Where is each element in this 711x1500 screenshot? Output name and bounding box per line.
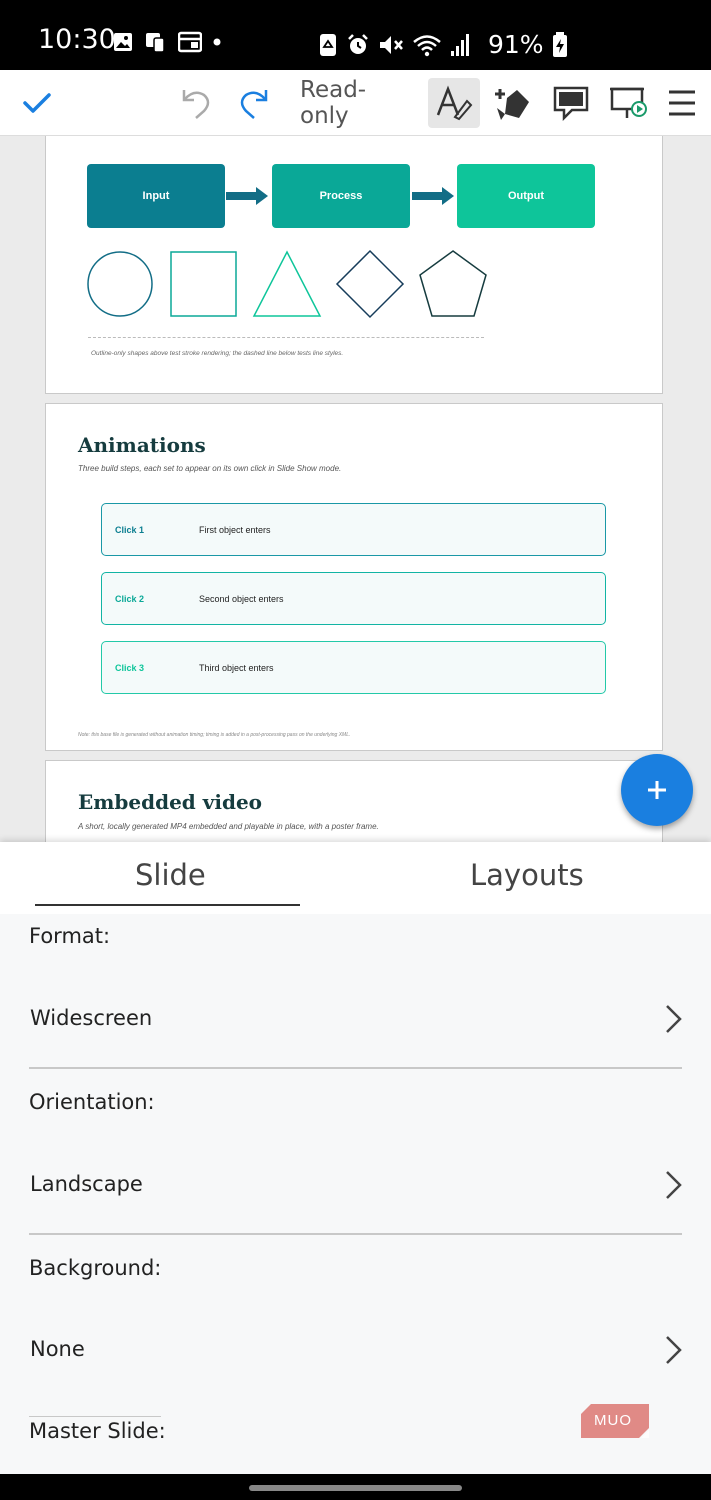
divider [29, 1416, 161, 1417]
dashed-line [88, 337, 484, 338]
slide-thumbnail-shapes[interactable]: Input Process Output Outline-only shapes… [45, 136, 663, 394]
background-label: Background: [29, 1256, 162, 1280]
insert-shapes-button[interactable] [488, 70, 534, 136]
slide-thumbnail-animations[interactable]: Animations Three build steps, each set t… [45, 403, 663, 751]
wifi-icon [413, 34, 441, 56]
text-edit-icon [436, 85, 473, 121]
slide2-subtitle: Three build steps, each set to appear on… [78, 464, 342, 473]
slide3-subtitle: A short, locally generated MP4 embedded … [78, 822, 379, 831]
device-icon [146, 33, 165, 53]
chevron-right-icon [666, 1336, 682, 1364]
battery-charging-icon [552, 31, 567, 57]
click-text: Third object enters [199, 663, 274, 673]
click-text: Second object enters [199, 594, 284, 604]
navigation-bar [0, 1474, 711, 1500]
watermark-text: MUO [594, 1412, 632, 1429]
format-selector[interactable]: Widescreen [29, 990, 682, 1050]
orientation-selector[interactable]: Landscape [29, 1156, 682, 1216]
divider [29, 1233, 682, 1235]
slide-properties-panel: Slide Layouts Format: Widescreen Orienta… [0, 842, 711, 1474]
signal-icon [451, 33, 469, 56]
background-selector[interactable]: None [29, 1321, 682, 1381]
insert-shapes-icon [495, 89, 529, 120]
arrow-shape [226, 187, 268, 205]
orientation-value: Landscape [30, 1172, 143, 1196]
active-tab-indicator [35, 904, 300, 906]
chevron-right-icon [666, 1171, 682, 1199]
battery-percent: 91% [488, 30, 544, 59]
input-box: Input [87, 164, 225, 228]
output-box: Output [457, 164, 595, 228]
tab-slide[interactable]: Slide [135, 858, 206, 892]
readonly-toggle[interactable]: Read-only [300, 70, 408, 136]
undo-icon [182, 90, 210, 119]
comment-button[interactable] [548, 70, 594, 136]
click-label: Click 1 [115, 525, 145, 535]
master-slide-label: Master Slide: [29, 1419, 166, 1443]
click-label: Click 2 [115, 594, 145, 604]
toolbar: Read-only [0, 70, 711, 136]
status-time: 10:30 [38, 24, 116, 55]
checkmark-icon [23, 93, 51, 113]
menu-icon [669, 90, 695, 116]
home-handle[interactable] [249, 1485, 462, 1491]
plus-icon [648, 781, 666, 799]
add-slide-button[interactable] [621, 754, 693, 826]
click-row: Click 3 Third object enters [101, 641, 606, 694]
click-label: Click 3 [115, 663, 145, 673]
readonly-label: Read-only [300, 77, 367, 129]
redo-icon [240, 90, 268, 119]
slide3-title: Embedded video [78, 790, 263, 814]
panel-tabs: Slide Layouts [0, 842, 711, 914]
alarm-icon [348, 33, 368, 54]
slide1-caption: Outline-only shapes above test stroke re… [91, 350, 344, 357]
slide-thumbnail-embedded-video[interactable]: Embedded video A short, locally generate… [45, 760, 663, 842]
format-label: Format: [29, 924, 111, 948]
slide2-note: Note: this base file is generated withou… [78, 732, 351, 738]
undo-button[interactable] [174, 70, 218, 136]
gallery-icon [114, 33, 132, 51]
background-value: None [30, 1337, 85, 1361]
redo-button[interactable] [232, 70, 276, 136]
done-button[interactable] [14, 70, 60, 136]
divider [29, 1067, 682, 1069]
recycle-icon [320, 33, 336, 56]
click-text: First object enters [199, 525, 271, 535]
calendar-icon [178, 31, 202, 53]
slideshow-icon [610, 87, 647, 118]
click-row: Click 2 Second object enters [101, 572, 606, 625]
slideshow-button[interactable] [606, 70, 652, 136]
mute-icon [380, 35, 403, 54]
orientation-label: Orientation: [29, 1090, 155, 1114]
dot-icon [213, 38, 221, 46]
slide-canvas[interactable]: Input Process Output Outline-only shapes… [0, 136, 711, 842]
outline-shapes [87, 249, 487, 319]
menu-button[interactable] [660, 70, 704, 136]
muo-watermark: MUO [581, 1404, 649, 1438]
status-bar: 10:30 91% [0, 0, 711, 70]
slide2-title: Animations [78, 433, 206, 457]
format-value: Widescreen [30, 1006, 153, 1030]
tab-layouts[interactable]: Layouts [470, 858, 584, 892]
text-edit-button[interactable] [428, 78, 480, 128]
chevron-right-icon [666, 1005, 682, 1033]
process-box: Process [272, 164, 410, 228]
arrow-shape [412, 187, 454, 205]
comment-icon [553, 86, 589, 121]
click-row: Click 1 First object enters [101, 503, 606, 556]
